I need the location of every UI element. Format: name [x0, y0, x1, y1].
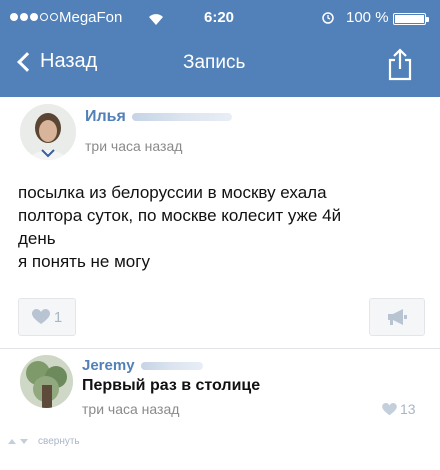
back-label: Назад	[40, 50, 98, 72]
post-text-line: день	[18, 229, 56, 248]
comment-avatar[interactable]	[20, 355, 73, 408]
collapse-link[interactable]: свернуть	[8, 436, 80, 447]
divider	[0, 348, 440, 349]
navigation-bar: Назад Запись	[0, 34, 440, 97]
author-avatar[interactable]	[20, 104, 76, 160]
top-bar: MegaFon 6:20 100 % Назад Запись	[0, 0, 440, 97]
share-icon[interactable]	[387, 47, 413, 81]
post-header: Илья три часа назад	[0, 97, 440, 169]
alarm-icon	[322, 12, 334, 24]
comment-like-count: 13	[400, 401, 416, 417]
battery-icon	[393, 13, 429, 25]
signal-strength-icon	[10, 13, 58, 21]
heart-icon	[382, 402, 397, 415]
megaphone-icon	[388, 309, 407, 325]
chevron-left-icon	[17, 51, 37, 72]
page-title: Запись	[183, 52, 246, 73]
post-author-name: Илья	[85, 108, 126, 125]
comment-author[interactable]: Jeremy	[82, 357, 203, 374]
comment-author-name: Jeremy	[82, 357, 135, 374]
like-button[interactable]: 1	[18, 298, 76, 336]
status-time: 6:20	[204, 9, 235, 26]
comment: Jeremy Первый раз в столице три часа наз…	[0, 350, 440, 428]
arrow-down-icon	[20, 439, 28, 444]
back-button[interactable]: Назад	[14, 50, 97, 73]
comment-text: Первый раз в столице	[82, 377, 261, 394]
post-text: посылка из белоруссии в москву ехала пол…	[18, 181, 428, 273]
comment-like-button[interactable]: 13	[382, 401, 416, 417]
like-count: 1	[53, 308, 63, 326]
comment-time: три часа назад	[82, 401, 180, 417]
carrier-name: MegaFon	[59, 9, 123, 26]
repost-button[interactable]	[369, 298, 425, 336]
post-time: три часа назад	[85, 138, 183, 154]
post-text-line: я понять не могу	[18, 252, 150, 271]
status-bar: MegaFon 6:20 100 %	[0, 0, 440, 34]
wifi-icon	[149, 14, 163, 25]
post-text-line: полтора суток, по москве колесит уже 4й	[18, 206, 342, 225]
collapse-label: свернуть	[38, 436, 80, 447]
hidden-surname	[140, 361, 203, 370]
heart-icon	[31, 309, 50, 324]
arrow-up-icon	[8, 439, 16, 444]
battery-percent: 100 %	[346, 9, 389, 26]
hidden-surname	[131, 113, 232, 121]
post-text-line: посылка из белоруссии в москву ехала	[18, 183, 327, 202]
post-author[interactable]: Илья	[85, 108, 232, 126]
